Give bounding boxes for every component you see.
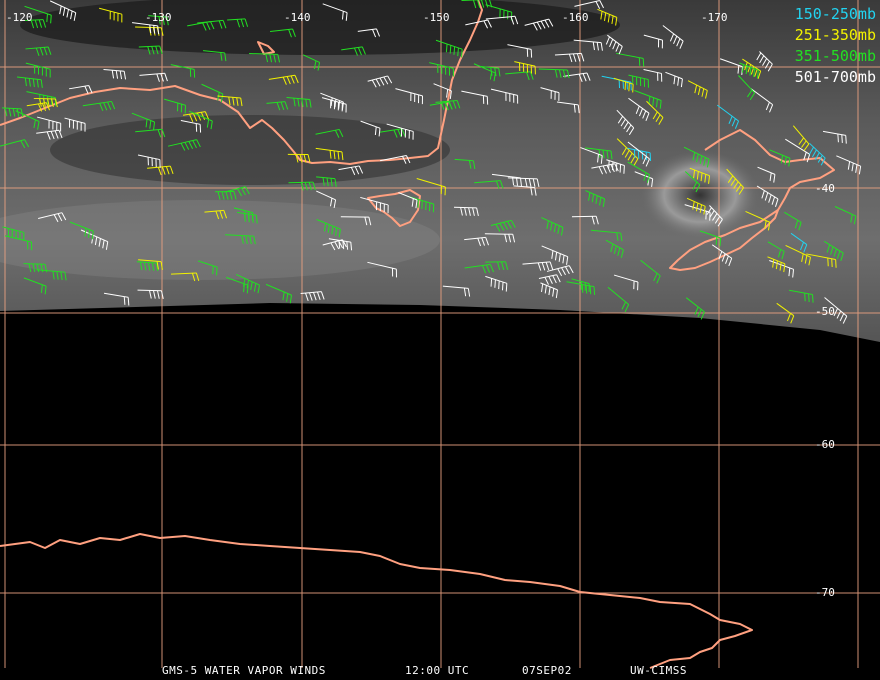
legend-item-150-250: 150-250mb <box>794 5 876 23</box>
longitude-label: -150 <box>423 11 450 24</box>
latitude-label: -50 <box>815 305 835 318</box>
latitude-label: -70 <box>815 586 835 599</box>
latitude-label: -40 <box>815 182 835 195</box>
satellite-wind-map: -120 -130 -140 -150 -160 -170 -40 -50 -60 -70 15… <box>0 0 880 680</box>
pressure-legend: 150-250mb 251-350mb 351-500mb 501-700mb <box>795 4 876 88</box>
longitude-label: -140 <box>284 11 311 24</box>
legend-item-501-700: 501-700mb <box>794 68 876 86</box>
product-label: GMS-5 WATER VAPOR WINDS <box>162 664 326 677</box>
legend-item-351-500: 351-500mb <box>794 47 876 65</box>
credit-label: UW-CIMSS <box>630 664 687 677</box>
longitude-label: -130 <box>145 11 172 24</box>
antarctica-coast <box>0 533 753 669</box>
latitude-label: -60 <box>815 438 835 451</box>
longitude-label: -160 <box>562 11 589 24</box>
longitude-label: -120 <box>6 11 33 24</box>
map-canvas: -120 -130 -140 -150 -160 -170 -40 -50 -60 -70 <box>0 0 880 669</box>
footer-caption: GMS-5 WATER VAPOR WINDS 12:00 UTC 07SEP0… <box>0 664 880 678</box>
longitude-label: -170 <box>701 11 728 24</box>
legend-item-251-350: 251-350mb <box>794 26 876 44</box>
date-label: 07SEP02 <box>522 664 572 677</box>
time-label: 12:00 UTC <box>405 664 470 677</box>
